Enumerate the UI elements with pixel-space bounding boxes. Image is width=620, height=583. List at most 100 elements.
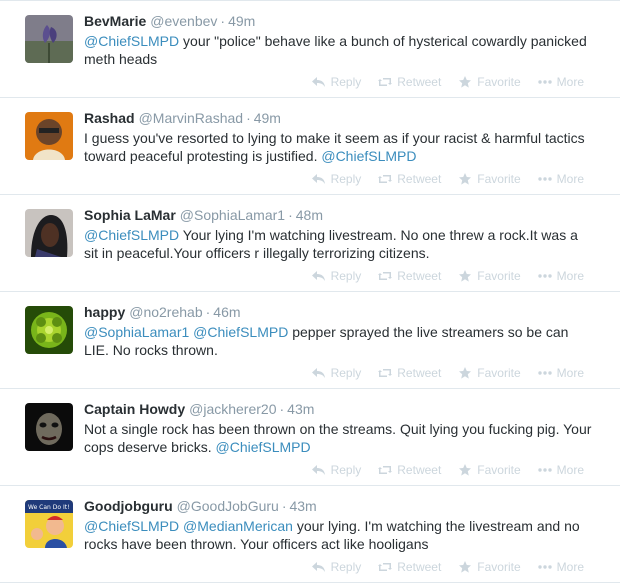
user-handle[interactable]: @GoodJobGuru xyxy=(177,498,279,514)
retweet-button[interactable]: Retweet xyxy=(378,365,441,381)
tweet-timestamp[interactable]: 43m xyxy=(287,401,314,417)
tweet[interactable]: happy @no2rehab · 46m @SophiaLamar1 @ChiefSL… xyxy=(0,292,620,389)
more-button[interactable]: More xyxy=(537,171,584,187)
ellipsis-icon xyxy=(537,468,552,472)
tweet-text: @ChiefSLMPD @MedianMerican your lying. I… xyxy=(84,517,594,553)
tweet-header: BevMarie @evenbev · 49m xyxy=(84,13,255,29)
tweet-timestamp[interactable]: 46m xyxy=(213,304,240,320)
tweet[interactable]: Sophia LaMar @SophiaLamar1 · 48m @ChiefSLMPD… xyxy=(0,195,620,292)
user-fullname[interactable]: happy xyxy=(84,304,125,320)
tweet-actions: Reply Retweet Favorite More xyxy=(311,171,584,187)
ellipsis-icon xyxy=(537,80,552,84)
retweet-button[interactable]: Retweet xyxy=(378,171,441,187)
retweet-label: Retweet xyxy=(397,366,442,380)
reply-label: Reply xyxy=(330,366,362,380)
favorite-button[interactable]: Favorite xyxy=(458,74,521,90)
separator-dot: · xyxy=(279,401,285,417)
tweet-timestamp[interactable]: 49m xyxy=(228,13,255,29)
mention-link[interactable]: @MedianMerican xyxy=(183,518,293,534)
tweet-timestamp[interactable]: 49m xyxy=(254,110,281,126)
user-fullname[interactable]: Captain Howdy xyxy=(84,401,185,417)
separator-dot: · xyxy=(281,498,287,514)
mention-link[interactable]: @ChiefSLMPD xyxy=(193,324,288,340)
user-handle[interactable]: @SophiaLamar1 xyxy=(180,207,285,223)
reply-label: Reply xyxy=(330,269,362,283)
more-button[interactable]: More xyxy=(537,462,584,478)
more-button[interactable]: More xyxy=(537,559,584,575)
avatar[interactable] xyxy=(25,306,73,354)
reply-button[interactable]: Reply xyxy=(311,268,362,284)
tweet-header: Goodjobguru @GoodJobGuru · 43m xyxy=(84,498,317,514)
tweet-timeline: BevMarie @evenbev · 49m @ChiefSLMPD your "po… xyxy=(0,0,620,583)
more-button[interactable]: More xyxy=(537,365,584,381)
retweet-button[interactable]: Retweet xyxy=(378,268,441,284)
user-fullname[interactable]: Rashad xyxy=(84,110,135,126)
mention-link[interactable]: @ChiefSLMPD xyxy=(321,148,416,164)
retweet-icon xyxy=(378,369,393,377)
tweet-actions: Reply Retweet Favorite More xyxy=(311,462,584,478)
reply-button[interactable]: Reply xyxy=(311,74,362,90)
reply-label: Reply xyxy=(330,172,362,186)
avatar[interactable] xyxy=(25,403,73,451)
reply-button[interactable]: Reply xyxy=(311,365,362,381)
more-button[interactable]: More xyxy=(537,268,584,284)
mention-link[interactable]: @ChiefSLMPD xyxy=(84,227,179,243)
reply-label: Reply xyxy=(330,463,362,477)
more-label: More xyxy=(556,75,584,89)
mention-link[interactable]: @SophiaLamar1 xyxy=(84,324,189,340)
tweet[interactable]: Rashad @MarvinRashad · 49m I guess you've re… xyxy=(0,98,620,195)
tweet-text: @ChiefSLMPD your "police" behave like a … xyxy=(84,32,594,68)
separator-dot: · xyxy=(246,110,251,126)
more-label: More xyxy=(556,560,584,574)
retweet-button[interactable]: Retweet xyxy=(378,74,441,90)
mention-link[interactable]: @ChiefSLMPD xyxy=(216,439,311,455)
avatar[interactable] xyxy=(25,209,73,257)
more-button[interactable]: More xyxy=(537,74,584,90)
user-fullname[interactable]: Sophia LaMar xyxy=(84,207,176,223)
retweet-button[interactable]: Retweet xyxy=(378,559,441,575)
retweet-icon xyxy=(378,175,393,183)
favorite-button[interactable]: Favorite xyxy=(458,268,521,284)
favorite-button[interactable]: Favorite xyxy=(458,462,521,478)
avatar-poster-text: We Can Do It! xyxy=(28,504,69,511)
user-handle[interactable]: @MarvinRashad xyxy=(139,110,243,126)
tweet-text: Not a single rock has been thrown on the… xyxy=(84,420,594,456)
avatar[interactable] xyxy=(25,15,73,63)
favorite-label: Favorite xyxy=(477,366,521,380)
tweet-text: I guess you've resorted to lying to make… xyxy=(84,129,594,165)
tweet-header: Captain Howdy @jackherer20 · 43m xyxy=(84,401,314,417)
reply-button[interactable]: Reply xyxy=(311,559,361,575)
more-label: More xyxy=(556,463,584,477)
star-icon xyxy=(459,173,472,185)
tweet[interactable]: We Can Do It! Goodjobguru @GoodJobGuru · 43m… xyxy=(0,486,620,583)
favorite-label: Favorite xyxy=(477,463,521,477)
mention-link[interactable]: @ChiefSLMPD xyxy=(84,33,179,49)
retweet-label: Retweet xyxy=(397,75,442,89)
tweet[interactable]: Captain Howdy @jackherer20 · 43m Not a singl… xyxy=(0,389,620,486)
favorite-button[interactable]: Favorite xyxy=(458,365,521,381)
tweet-timestamp[interactable]: 43m xyxy=(289,498,316,514)
user-handle[interactable]: @evenbev xyxy=(150,13,217,29)
reply-button[interactable]: Reply xyxy=(311,171,362,187)
tweet-text-segment: Not a single rock has been thrown on the… xyxy=(84,421,592,455)
user-handle[interactable]: @no2rehab xyxy=(129,304,202,320)
user-fullname[interactable]: BevMarie xyxy=(84,13,146,29)
favorite-button[interactable]: Favorite xyxy=(458,171,521,187)
tweet[interactable]: BevMarie @evenbev · 49m @ChiefSLMPD your "po… xyxy=(0,1,620,98)
favorite-button[interactable]: Favorite xyxy=(458,559,521,575)
retweet-button[interactable]: Retweet xyxy=(378,462,441,478)
retweet-label: Retweet xyxy=(397,269,442,283)
favorite-label: Favorite xyxy=(477,75,521,89)
tweet-timestamp[interactable]: 48m xyxy=(296,207,323,223)
reply-icon xyxy=(311,465,325,475)
avatar[interactable] xyxy=(25,112,73,160)
mention-link[interactable]: @ChiefSLMPD xyxy=(84,518,179,534)
tweet-actions: Reply Retweet Favorite More xyxy=(311,74,584,90)
reply-button[interactable]: Reply xyxy=(311,462,362,478)
user-handle[interactable]: @jackherer20 xyxy=(189,401,276,417)
tweet-header: happy @no2rehab · 46m xyxy=(84,304,241,320)
reply-label: Reply xyxy=(330,75,362,89)
ellipsis-icon xyxy=(537,177,552,181)
avatar[interactable]: We Can Do It! xyxy=(25,500,73,548)
user-fullname[interactable]: Goodjobguru xyxy=(84,498,173,514)
